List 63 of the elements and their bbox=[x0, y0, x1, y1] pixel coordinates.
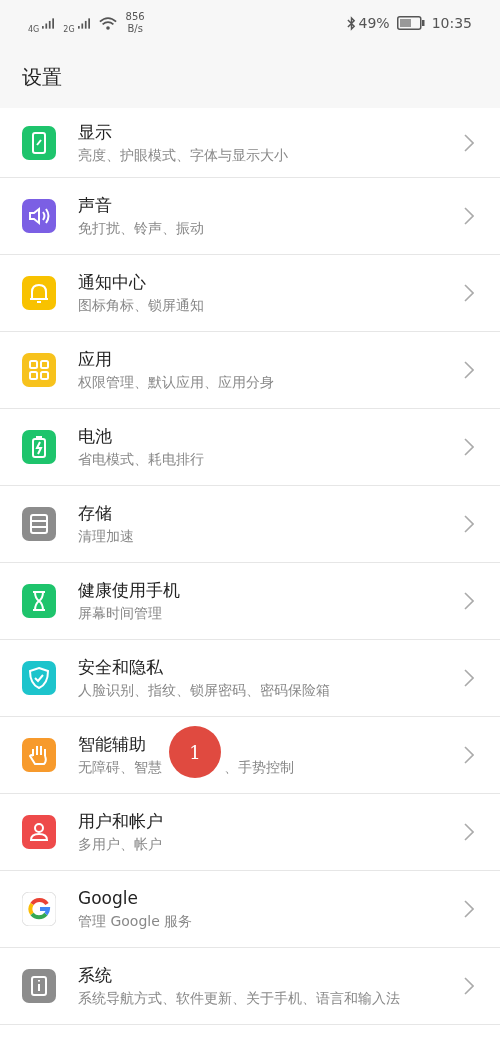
settings-item[interactable]: Google 管理 Google 服务 bbox=[0, 871, 500, 948]
wifi-icon bbox=[98, 16, 117, 30]
settings-item[interactable]: 声音 免打扰、铃声、振动 bbox=[0, 178, 500, 255]
network-type: 4G bbox=[28, 25, 40, 34]
page-title: 设置 bbox=[21, 63, 63, 91]
chevron-icon bbox=[464, 746, 474, 764]
item-subtitle: 、手势控制 bbox=[224, 758, 294, 777]
chevron-icon bbox=[464, 977, 474, 995]
settings-item[interactable]: 存储 清理加速 bbox=[0, 486, 500, 563]
item-subtitle: 管理 Google 服务 bbox=[78, 912, 194, 931]
item-subtitle: 权限管理、默认应用、应用分身 bbox=[78, 373, 275, 392]
step-marker: 1 bbox=[169, 726, 221, 778]
chevron-icon bbox=[464, 207, 474, 225]
settings-item[interactable]: 应用 权限管理、默认应用、应用分身 bbox=[0, 332, 500, 409]
item-title: 应用 bbox=[78, 348, 112, 371]
item-subtitle: 系统导航方式、软件更新、关于手机、语言和输入法 bbox=[78, 989, 401, 1008]
chevron-icon bbox=[464, 900, 474, 918]
item-title: 系统 bbox=[78, 964, 112, 987]
google-icon bbox=[22, 892, 56, 926]
settings-item[interactable]: 通知中心 图标角标、锁屏通知 bbox=[0, 255, 500, 332]
chevron-icon bbox=[464, 515, 474, 533]
item-title: 电池 bbox=[78, 425, 112, 448]
signal-icon bbox=[42, 17, 55, 29]
item-title: 智能辅助 bbox=[78, 733, 146, 756]
chevron-icon bbox=[464, 133, 474, 152]
speed-unit: B/s bbox=[127, 23, 143, 35]
chevron-icon bbox=[464, 823, 474, 841]
settings-item[interactable]: 智能辅助 无障碍、智慧 1 、手势控制 bbox=[0, 717, 500, 794]
item-subtitle: 清理加速 bbox=[78, 527, 135, 546]
item-title: 通知中心 bbox=[78, 271, 146, 294]
item-title: Google bbox=[78, 887, 138, 910]
signal-icon bbox=[77, 17, 90, 29]
settings-item[interactable]: 显示 亮度、护眼模式、字体与显示大小 bbox=[0, 108, 500, 178]
chevron-icon bbox=[464, 284, 474, 302]
battery-icon bbox=[396, 16, 425, 30]
network-type: 2G bbox=[63, 25, 75, 34]
settings-item[interactable]: 安全和隐私 人脸识别、指纹、锁屏密码、密码保险箱 bbox=[0, 640, 500, 717]
bluetooth-icon bbox=[346, 15, 356, 31]
clock: 10:35 bbox=[431, 15, 472, 31]
item-title: 用户和帐户 bbox=[78, 810, 163, 833]
item-subtitle: 图标角标、锁屏通知 bbox=[78, 296, 205, 315]
settings-item[interactable]: 系统 系统导航方式、软件更新、关于手机、语言和输入法 bbox=[0, 948, 500, 1025]
item-subtitle: 屏幕时间管理 bbox=[78, 604, 163, 623]
settings-item[interactable]: 用户和帐户 多用户、帐户 bbox=[0, 794, 500, 871]
item-subtitle: 亮度、护眼模式、字体与显示大小 bbox=[78, 145, 289, 165]
chevron-icon bbox=[464, 438, 474, 456]
item-title: 安全和隐私 bbox=[78, 656, 163, 679]
battery-percent: 49% bbox=[358, 15, 390, 31]
item-title: 显示 bbox=[78, 120, 112, 144]
item-title: 存储 bbox=[78, 502, 112, 525]
item-subtitle: 无障碍、智慧 bbox=[78, 758, 162, 777]
chevron-icon bbox=[464, 592, 474, 610]
item-title: 声音 bbox=[78, 194, 112, 217]
item-subtitle: 多用户、帐户 bbox=[78, 835, 163, 854]
chevron-icon bbox=[464, 669, 474, 687]
network-speed: 856 bbox=[125, 11, 145, 23]
item-subtitle: 省电模式、耗电排行 bbox=[78, 450, 205, 469]
item-subtitle: 人脸识别、指纹、锁屏密码、密码保险箱 bbox=[78, 681, 331, 700]
settings-item[interactable]: 电池 省电模式、耗电排行 bbox=[0, 409, 500, 486]
item-subtitle: 免打扰、铃声、振动 bbox=[78, 219, 205, 238]
item-title: 健康使用手机 bbox=[78, 579, 180, 602]
settings-item[interactable]: 健康使用手机 屏幕时间管理 bbox=[0, 563, 500, 640]
chevron-icon bbox=[464, 361, 474, 379]
